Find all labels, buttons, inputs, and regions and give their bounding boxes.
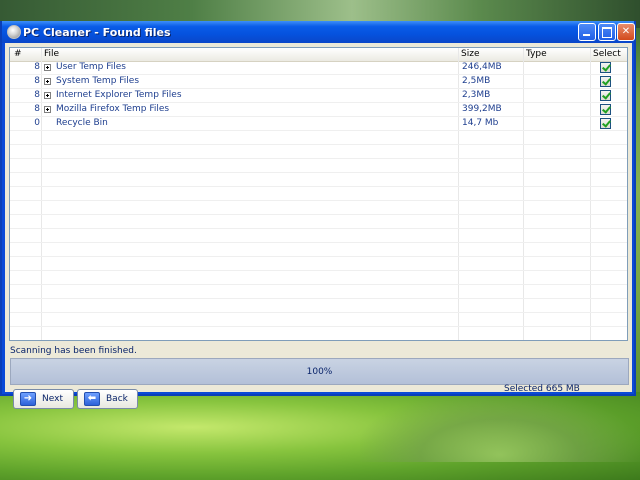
window-client: # File Size Type Select 8 User Temp Files…: [5, 43, 632, 409]
item-size: 246,4MB: [462, 62, 502, 72]
window-title: PC Cleaner - Found files: [23, 26, 171, 39]
found-files-list[interactable]: # File Size Type Select 8 User Temp Files…: [9, 47, 628, 341]
column-header-size[interactable]: Size: [461, 49, 479, 59]
expand-icon[interactable]: [44, 106, 51, 113]
next-button-label: Next: [42, 394, 63, 404]
close-button[interactable]: ✕: [617, 23, 635, 41]
empty-row: [10, 313, 627, 327]
app-icon: [7, 25, 21, 39]
empty-row: [10, 215, 627, 229]
list-header: # File Size Type Select: [10, 48, 627, 62]
item-count: 8: [34, 104, 40, 114]
progress-label: 100%: [306, 367, 333, 377]
select-checkbox[interactable]: [600, 62, 611, 73]
empty-row: [10, 257, 627, 271]
expand-icon[interactable]: [44, 92, 51, 99]
column-header-select[interactable]: Select: [593, 49, 621, 59]
list-item[interactable]: 8 Internet Explorer Temp Files 2,3MB: [10, 89, 627, 103]
item-file-name: Recycle Bin: [56, 118, 108, 128]
item-size: 399,2MB: [462, 104, 502, 114]
item-file-name: Internet Explorer Temp Files: [56, 90, 182, 100]
item-size: 14,7 Mb: [462, 118, 499, 128]
item-count: 0: [34, 118, 40, 128]
minimize-icon: [583, 34, 590, 36]
column-header-type[interactable]: Type: [526, 49, 547, 59]
list-item[interactable]: 8 System Temp Files 2,5MB: [10, 75, 627, 89]
next-button[interactable]: ➜ Next: [13, 389, 74, 409]
arrow-left-icon: ⬅: [84, 392, 100, 406]
pc-cleaner-window: PC Cleaner - Found files ✕ # File Size T…: [0, 21, 636, 409]
empty-row: [10, 271, 627, 285]
list-item[interactable]: 8 Mozilla Firefox Temp Files 399,2MB: [10, 103, 627, 117]
arrow-right-icon: ➜: [20, 392, 36, 406]
item-size: 2,5MB: [462, 76, 491, 86]
close-icon: ✕: [621, 26, 631, 37]
item-file-name: User Temp Files: [56, 62, 126, 72]
empty-row: [10, 187, 627, 201]
item-file-name: System Temp Files: [56, 76, 140, 86]
empty-row: [10, 299, 627, 313]
item-count: 8: [34, 90, 40, 100]
item-file-name: Mozilla Firefox Temp Files: [56, 104, 170, 114]
back-button-label: Back: [106, 394, 128, 404]
empty-row: [10, 243, 627, 257]
empty-row: [10, 159, 627, 173]
maximize-button[interactable]: [598, 23, 616, 41]
empty-row: [10, 131, 627, 145]
expand-icon[interactable]: [44, 78, 51, 85]
empty-row: [10, 173, 627, 187]
list-item[interactable]: 8 User Temp Files 246,4MB: [10, 61, 627, 75]
minimize-button[interactable]: [578, 23, 596, 41]
back-button[interactable]: ⬅ Back: [77, 389, 138, 409]
item-count: 8: [34, 76, 40, 86]
title-bar[interactable]: PC Cleaner - Found files ✕: [2, 21, 635, 43]
desktop-wallpaper-hill: [360, 392, 640, 462]
empty-row: [10, 327, 627, 340]
maximize-icon: [602, 27, 612, 38]
status-message: Scanning has been finished.: [10, 346, 137, 356]
select-checkbox[interactable]: [600, 90, 611, 101]
list-item[interactable]: 0 Recycle Bin 14,7 Mb: [10, 117, 627, 131]
item-count: 8: [34, 62, 40, 72]
column-header-num[interactable]: #: [14, 49, 22, 59]
select-checkbox[interactable]: [600, 76, 611, 87]
select-checkbox[interactable]: [600, 104, 611, 115]
scan-progress-bar: 100%: [10, 358, 629, 385]
select-checkbox[interactable]: [600, 118, 611, 129]
empty-row: [10, 285, 627, 299]
expand-icon[interactable]: [44, 64, 51, 71]
empty-row: [10, 145, 627, 159]
column-header-file[interactable]: File: [44, 49, 59, 59]
empty-row: [10, 229, 627, 243]
empty-row: [10, 201, 627, 215]
item-size: 2,3MB: [462, 90, 491, 100]
selected-size-summary: Selected 665 MB: [504, 384, 580, 394]
